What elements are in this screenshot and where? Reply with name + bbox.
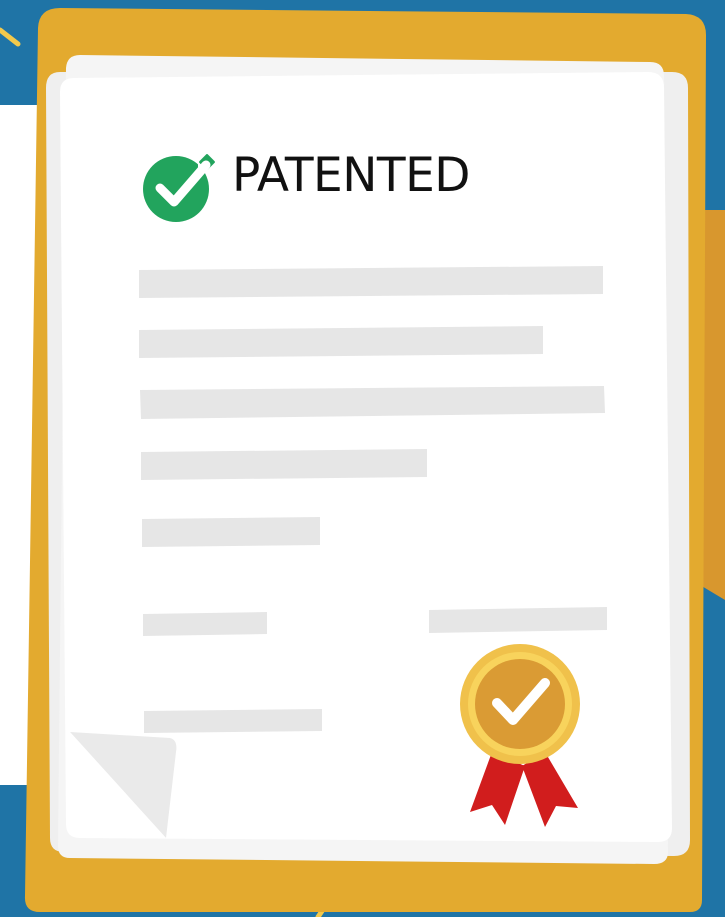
text-line-2 bbox=[139, 326, 543, 358]
text-line-bottom bbox=[144, 709, 322, 733]
text-line-5 bbox=[142, 517, 320, 547]
illustration: PATENTED bbox=[0, 0, 725, 920]
document-heading: PATENTED bbox=[232, 148, 471, 203]
illustration-canvas bbox=[0, 0, 725, 920]
signature-line-left bbox=[143, 612, 267, 636]
text-line-4 bbox=[141, 449, 427, 480]
signature-line-right bbox=[429, 607, 607, 633]
text-line-1 bbox=[139, 266, 603, 298]
